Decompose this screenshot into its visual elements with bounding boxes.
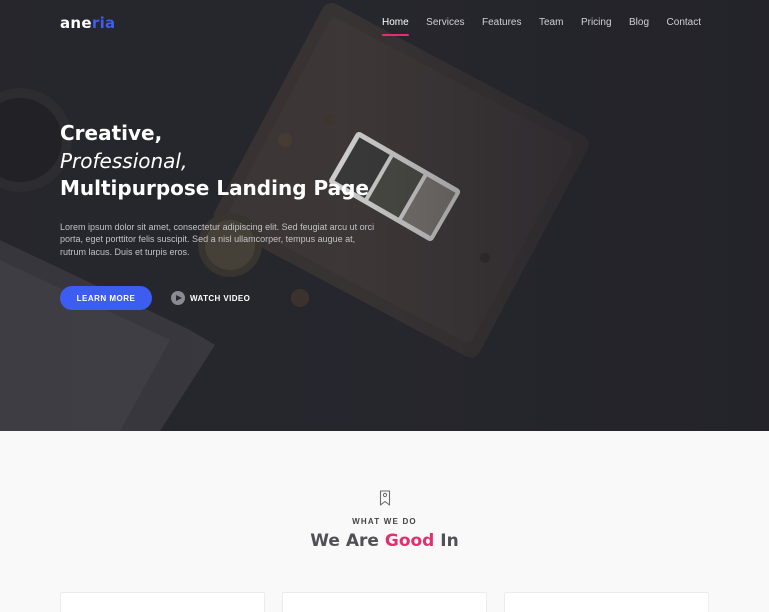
hero-heading-line-2: Professional, (60, 148, 188, 173)
nav-item-home[interactable]: Home (381, 17, 409, 36)
learn-more-button[interactable]: LEARN MORE (60, 286, 152, 310)
nav-item-pricing[interactable]: Pricing (581, 17, 612, 34)
section-title-highlight: Good (384, 531, 435, 551)
hero-section: aneria Home Services Features Team Prici… (0, 0, 769, 431)
nav-item-contact[interactable]: Contact (667, 17, 701, 34)
hero-heading-line-3: Multipurpose Landing Page (60, 176, 369, 200)
hero-content: Creative, Professional, Multipurpose Lan… (60, 120, 390, 258)
hero-description: Lorem ipsum dolor sit amet, consectetur … (60, 221, 375, 257)
bookmark-icon (379, 490, 391, 506)
nav-item-blog[interactable]: Blog (629, 17, 649, 34)
section-eyebrow: WHAT WE DO (352, 517, 417, 526)
service-card (282, 592, 487, 612)
nav-item-features[interactable]: Features (482, 17, 521, 34)
nav-item-services[interactable]: Services (426, 17, 464, 34)
logo-accent-text: ria (91, 14, 116, 32)
hero-heading-line-1: Creative, (60, 121, 163, 145)
services-section: WHAT WE DO We Are Good In (0, 431, 769, 612)
brand-logo[interactable]: aneria (60, 14, 115, 32)
page: aneria Home Services Features Team Prici… (0, 0, 769, 612)
nav-item-team[interactable]: Team (539, 17, 563, 34)
logo-text: ane (60, 14, 92, 32)
watch-video-label: WATCH VIDEO (190, 293, 251, 303)
watch-video-button[interactable]: WATCH VIDEO (171, 291, 250, 305)
section-title: We Are Good In (0, 531, 769, 551)
service-card (60, 592, 265, 612)
nav-menu: Home Services Features Team Pricing Blog… (364, 17, 701, 36)
top-navbar: aneria Home Services Features Team Prici… (0, 0, 769, 48)
section-title-part-2: In (434, 531, 459, 551)
play-icon (171, 291, 185, 305)
service-card (504, 592, 709, 612)
section-title-part-1: We Are (310, 531, 385, 551)
